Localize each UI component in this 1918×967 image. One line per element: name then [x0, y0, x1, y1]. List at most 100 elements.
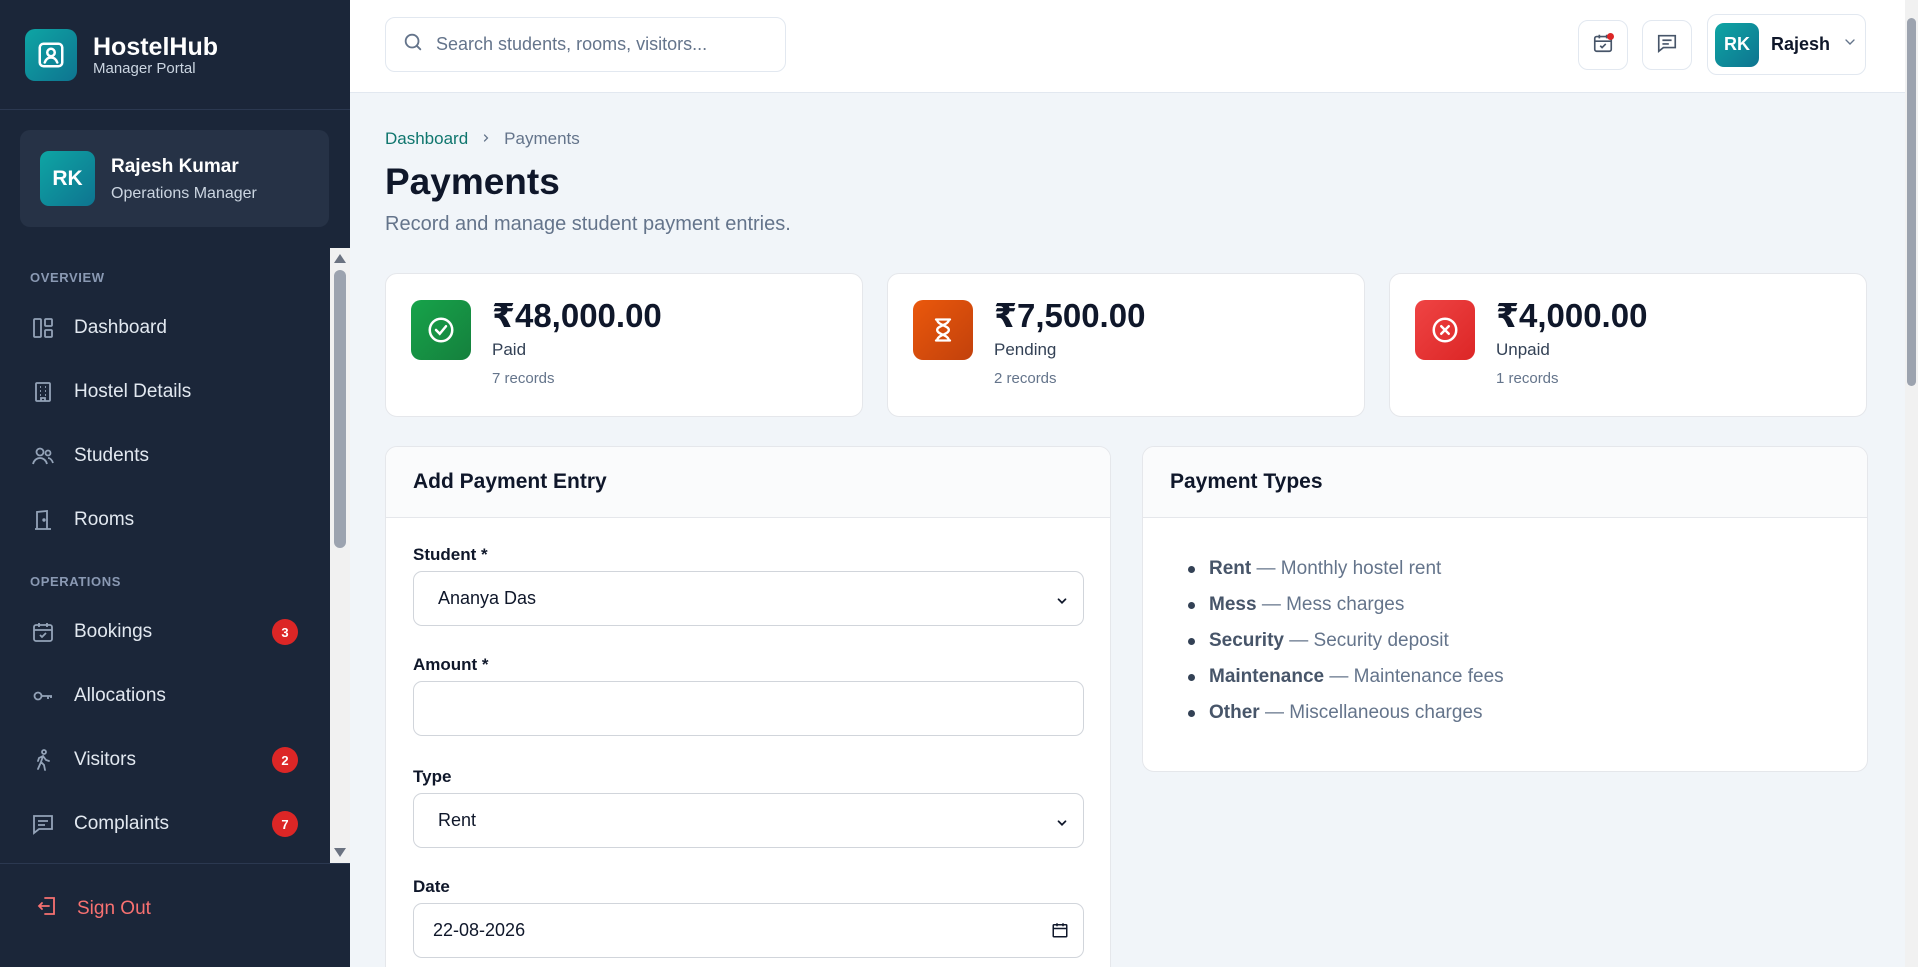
sidebar-item-hostel-details[interactable]: Hostel Details	[0, 360, 330, 424]
calendar-icon[interactable]	[1051, 921, 1069, 944]
stat-value: ₹4,000.00	[1496, 297, 1648, 334]
search-icon	[402, 31, 424, 58]
page-title: Payments	[385, 161, 560, 202]
sidebar-nav: OVERVIEW Dashboard Hostel Details Studen…	[0, 248, 330, 863]
message-icon	[1656, 32, 1678, 59]
list-item: Security — Security deposit	[1188, 623, 1504, 659]
list-item: Other — Miscellaneous charges	[1188, 695, 1504, 731]
profile-menu-button[interactable]: RK Rajesh	[1707, 14, 1866, 75]
calendar-check-icon	[30, 619, 56, 645]
sidebar-item-visitors[interactable]: Visitors 2	[0, 728, 330, 792]
brand-subtitle: Manager Portal	[93, 59, 196, 77]
payment-type-desc: — Miscellaneous charges	[1264, 702, 1483, 723]
sidebar-item-students[interactable]: Students	[0, 424, 330, 488]
calendar-button[interactable]	[1578, 20, 1628, 70]
payment-types-title: Payment Types	[1143, 447, 1867, 518]
payment-type-desc: — Monthly hostel rent	[1256, 558, 1442, 579]
dashboard-icon	[30, 315, 56, 341]
sign-out-icon	[35, 894, 59, 924]
sidebar-item-rooms[interactable]: Rooms	[0, 488, 330, 552]
check-circle-icon	[411, 300, 471, 360]
list-item: Mess — Mess charges	[1188, 587, 1504, 623]
users-icon	[30, 443, 56, 469]
payment-type-desc: — Security deposit	[1289, 630, 1449, 651]
type-select-value: Rent	[438, 810, 477, 830]
stat-card-pending: ₹7,500.00 Pending 2 records	[887, 273, 1365, 417]
key-icon	[30, 683, 56, 709]
breadcrumb-current: Payments	[504, 129, 580, 148]
payment-type-name: Mess	[1209, 594, 1257, 615]
sidebar-item-label: Allocations	[74, 685, 166, 706]
scroll-down-arrow-icon[interactable]	[334, 848, 346, 857]
complaints-count-badge: 7	[272, 811, 298, 837]
payment-types-list: Rent — Monthly hostel rent Mess — Mess c…	[1188, 551, 1504, 731]
brand[interactable]: HostelHub Manager Portal	[0, 0, 350, 110]
message-icon	[30, 811, 56, 837]
sidebar-item-label: Dashboard	[74, 317, 167, 338]
scroll-up-arrow-icon[interactable]	[334, 254, 346, 263]
stat-card-unpaid: ₹4,000.00 Unpaid 1 records	[1389, 273, 1867, 417]
stat-label: Pending	[994, 340, 1057, 359]
breadcrumb: Dashboard Payments	[385, 129, 580, 149]
brand-name: HostelHub	[93, 32, 218, 61]
date-field[interactable]: 22-08-2026	[413, 903, 1084, 958]
add-payment-title: Add Payment Entry	[386, 447, 1110, 518]
sidebar-item-bookings[interactable]: Bookings 3	[0, 600, 330, 664]
nav-section-overview: OVERVIEW	[30, 270, 105, 285]
sidebar-scrollbar-thumb[interactable]	[334, 270, 346, 548]
stat-value: ₹48,000.00	[492, 297, 662, 334]
page-scrollbar[interactable]	[1905, 0, 1918, 967]
user-name: Rajesh Kumar	[111, 155, 239, 177]
stat-label: Unpaid	[1496, 340, 1550, 359]
payment-type-name: Maintenance	[1209, 666, 1325, 687]
student-select[interactable]: Ananya Das	[413, 571, 1084, 626]
search-box[interactable]	[385, 17, 786, 72]
sidebar: HostelHub Manager Portal RK Rajesh Kumar…	[0, 0, 350, 967]
building-icon	[30, 379, 56, 405]
stat-value: ₹7,500.00	[994, 297, 1146, 334]
brand-logo-icon	[25, 28, 77, 81]
payment-type-desc: — Mess charges	[1261, 594, 1405, 615]
stat-count: 2 records	[994, 370, 1057, 387]
sign-out-label: Sign Out	[77, 898, 151, 919]
breadcrumb-dashboard-link[interactable]: Dashboard	[385, 129, 468, 149]
chevron-right-icon	[480, 129, 492, 149]
stat-count: 1 records	[1496, 370, 1559, 387]
search-input[interactable]	[436, 34, 756, 55]
hourglass-icon	[913, 300, 973, 360]
topbar: RK Rajesh	[350, 0, 1905, 93]
user-role: Operations Manager	[111, 184, 257, 202]
amount-label: Amount *	[413, 655, 489, 674]
sidebar-item-complaints[interactable]: Complaints 7	[0, 792, 330, 856]
notification-dot	[1607, 33, 1614, 40]
payment-type-desc: — Maintenance fees	[1329, 666, 1504, 687]
sidebar-item-label: Visitors	[74, 749, 136, 770]
student-select-value: Ananya Das	[438, 588, 537, 608]
visitors-count-badge: 2	[272, 747, 298, 773]
add-payment-card: Add Payment Entry Student * Ananya Das A…	[385, 446, 1111, 967]
stat-card-paid: ₹48,000.00 Paid 7 records	[385, 273, 863, 417]
list-item: Maintenance — Maintenance fees	[1188, 659, 1504, 695]
user-card[interactable]: RK Rajesh Kumar Operations Manager	[20, 130, 329, 227]
stat-count: 7 records	[492, 370, 555, 387]
avatar: RK	[40, 151, 95, 206]
sidebar-item-dashboard[interactable]: Dashboard	[0, 296, 330, 360]
sidebar-scrollbar[interactable]	[330, 248, 350, 863]
sidebar-item-label: Bookings	[74, 621, 153, 642]
profile-name: Rajesh	[1771, 34, 1831, 54]
chevron-down-icon	[1842, 34, 1858, 55]
sidebar-item-allocations[interactable]: Allocations	[0, 664, 330, 728]
sidebar-footer: Sign Out	[0, 863, 350, 967]
nav-section-operations: OPERATIONS	[30, 574, 121, 589]
walking-icon	[30, 747, 56, 773]
page-scrollbar-thumb[interactable]	[1907, 18, 1916, 386]
stat-label: Paid	[492, 340, 527, 359]
chevron-down-icon	[1055, 814, 1069, 835]
payment-types-card: Payment Types Rent — Monthly hostel rent…	[1142, 446, 1868, 772]
bookings-count-badge: 3	[272, 619, 298, 645]
payment-type-name: Security	[1209, 630, 1284, 651]
amount-field[interactable]	[413, 681, 1084, 736]
messages-button[interactable]	[1642, 20, 1692, 70]
type-select[interactable]: Rent	[413, 793, 1084, 848]
sign-out-button[interactable]: Sign Out	[35, 894, 151, 924]
